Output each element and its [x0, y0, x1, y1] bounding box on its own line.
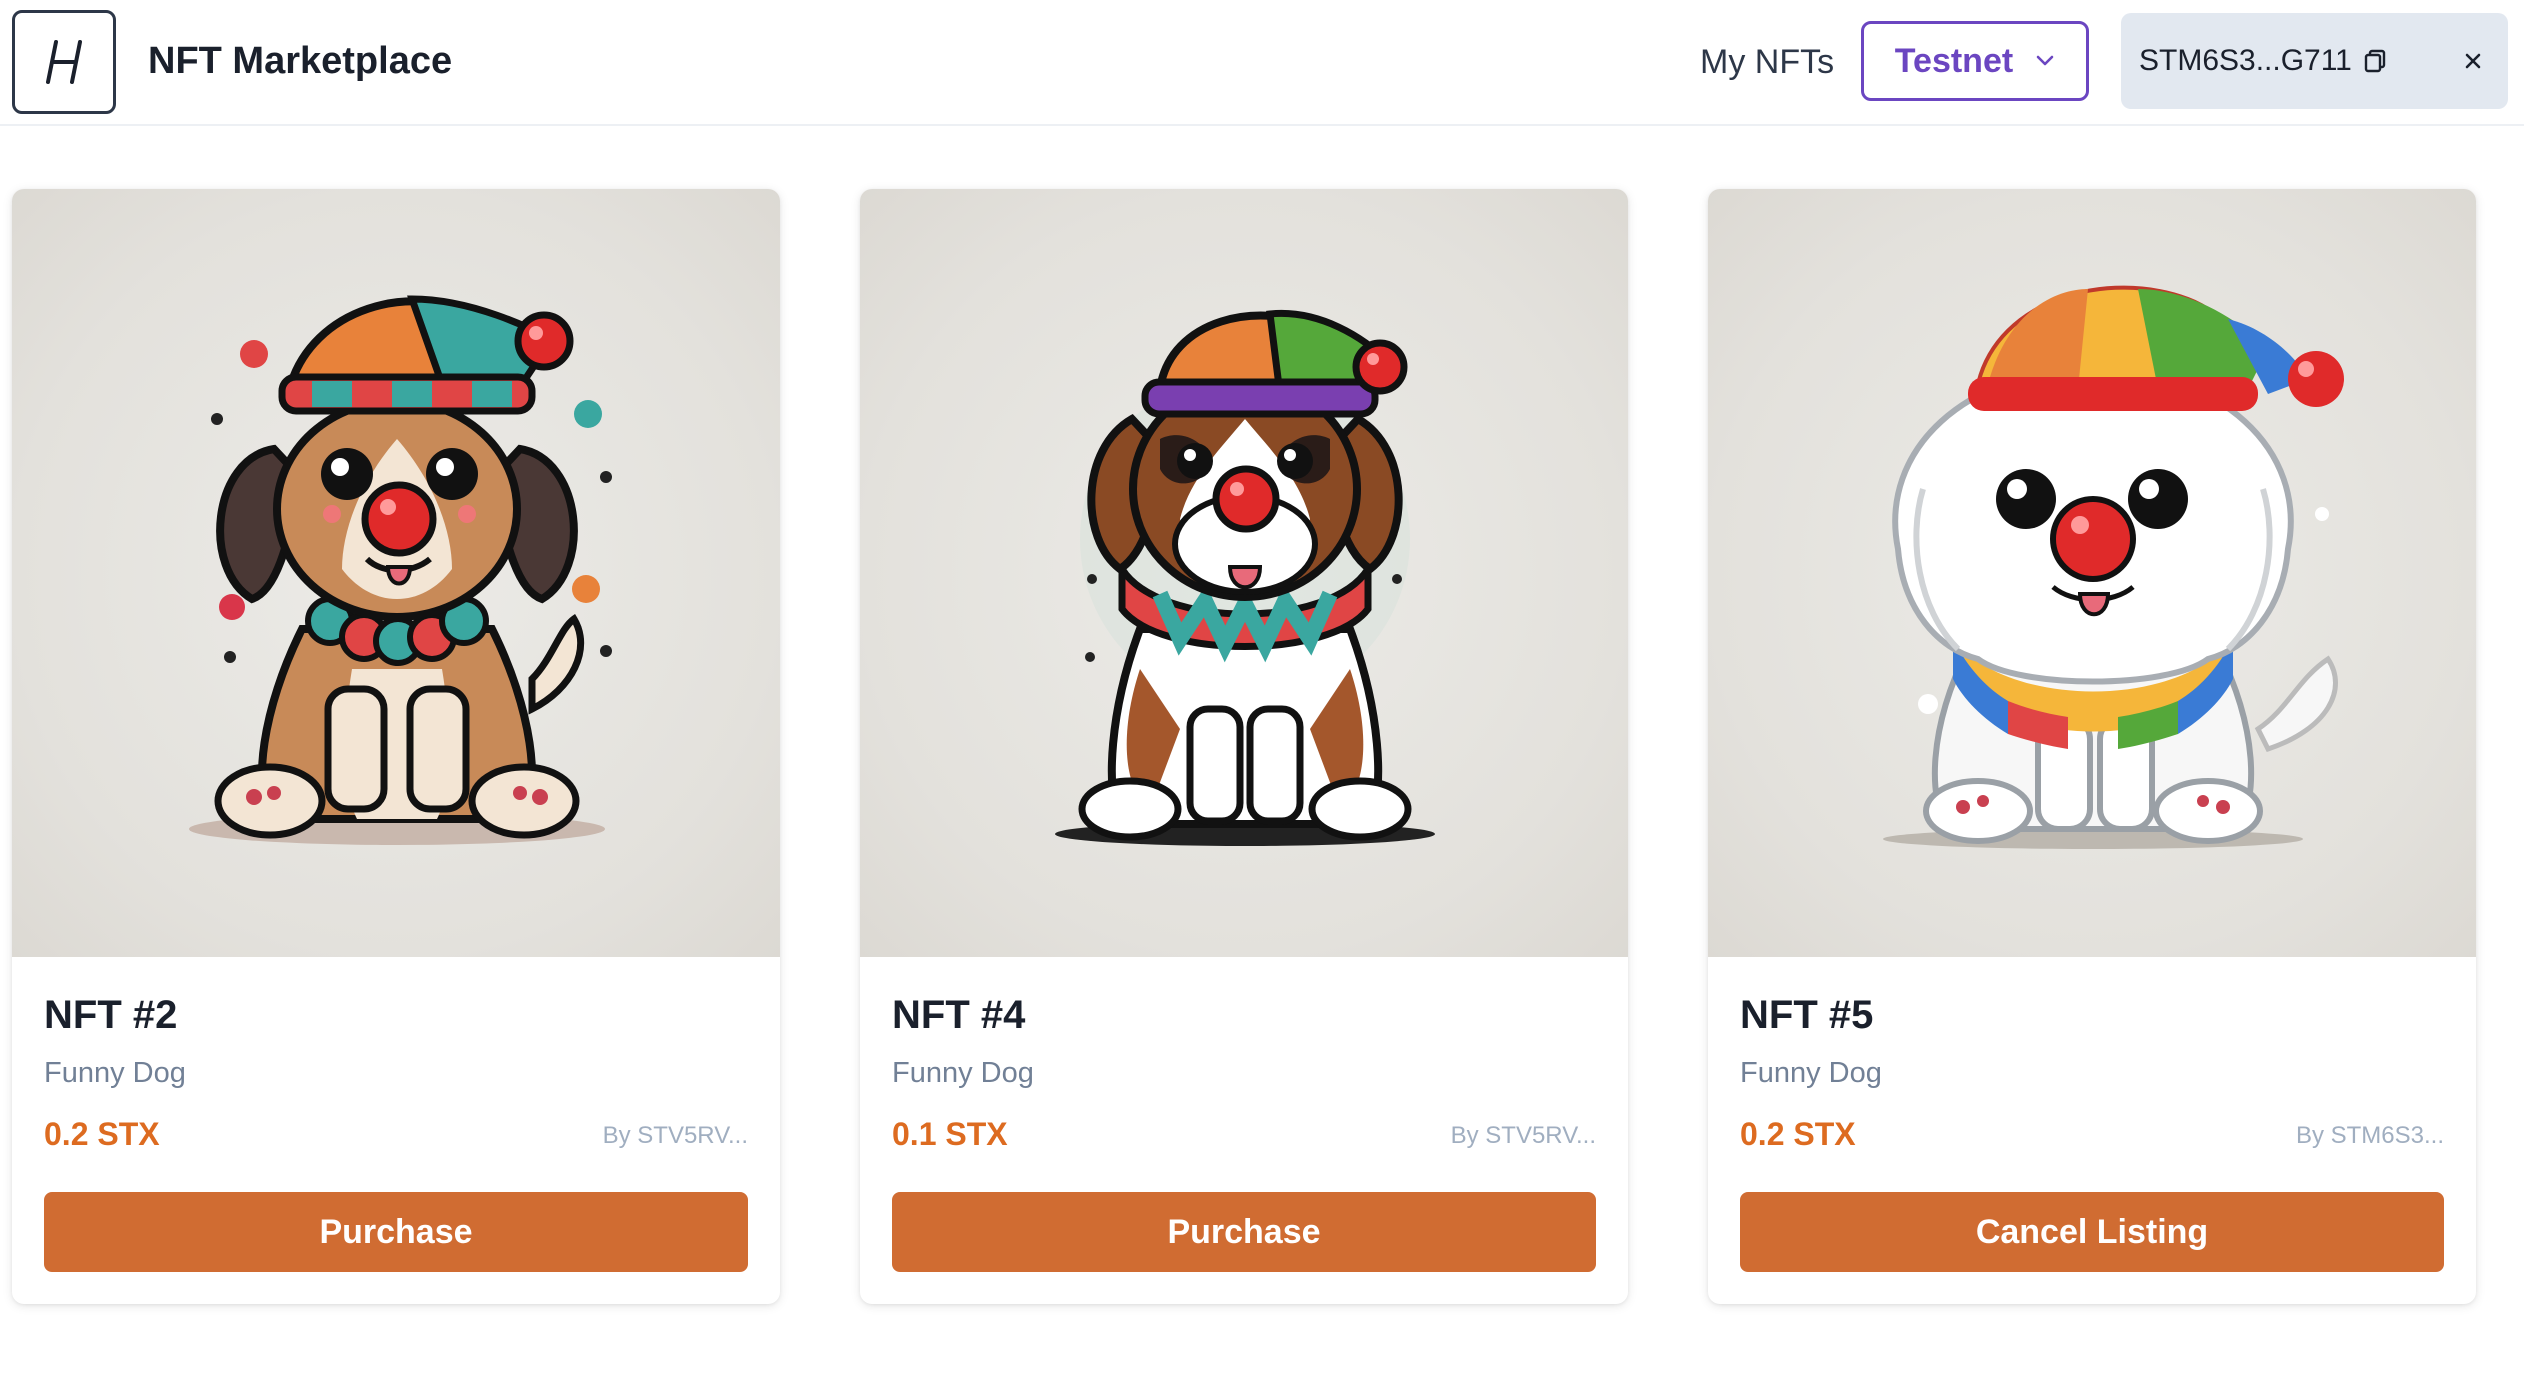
nft-seller: By STV5RV... [1450, 1122, 1596, 1149]
copy-icon [2364, 49, 2386, 73]
close-icon [2465, 53, 2481, 69]
nft-title: NFT #2 [44, 993, 178, 1037]
purchase-button[interactable]: Purchase [44, 1192, 748, 1272]
logo-mark-icon [46, 40, 82, 84]
clown-dog-beagle-image [189, 295, 612, 845]
my-nfts-link[interactable]: My NFTs [1700, 38, 1834, 86]
nft-seller: By STV5RV... [602, 1122, 748, 1149]
wallet-address: STM6S3...G711 [2139, 44, 2352, 77]
nft-price: 0.2 STX [1740, 1116, 1856, 1152]
clown-dog-white-fluffy-image [1883, 285, 2344, 849]
purchase-button[interactable]: Purchase [892, 1192, 1596, 1272]
nft-title: NFT #4 [892, 993, 1026, 1037]
nft-card: NFT #5 Funny Dog 0.2 STX By STM6S3... Ca… [1708, 189, 2476, 1304]
nft-price: 0.1 STX [892, 1116, 1008, 1152]
nft-card: NFT #4 Funny Dog 0.1 STX By STV5RV... Pu… [860, 189, 1628, 1304]
disconnect-wallet-button[interactable] [2455, 43, 2491, 79]
nft-seller: By STM6S3... [2295, 1122, 2444, 1149]
app-title: NFT Marketplace [148, 40, 453, 82]
network-selector-label: Testnet [1894, 41, 2014, 80]
nft-image [1708, 189, 2476, 957]
clown-dog-saint-bernard-image [1055, 309, 1435, 846]
nft-title: NFT #5 [1740, 993, 1874, 1037]
nft-description: Funny Dog [44, 1057, 186, 1089]
wallet-connection: STM6S3...G711 [2121, 13, 2508, 109]
nft-description: Funny Dog [1740, 1057, 1882, 1089]
copy-address-button[interactable] [2357, 43, 2393, 79]
network-selector-button[interactable]: Testnet [1861, 21, 2089, 101]
app-logo[interactable] [12, 10, 116, 114]
nft-description: Funny Dog [892, 1057, 1034, 1089]
top-navbar: NFT Marketplace My NFTs Testnet STM6S3..… [0, 0, 2524, 126]
cancel-listing-button[interactable]: Cancel Listing [1740, 1192, 2444, 1272]
nft-image [860, 189, 1628, 957]
nft-image [12, 189, 780, 957]
nft-price: 0.2 STX [44, 1116, 160, 1152]
nft-card: NFT #2 Funny Dog 0.2 STX By STV5RV... Pu… [12, 189, 780, 1304]
chevron-down-icon [2036, 55, 2054, 66]
